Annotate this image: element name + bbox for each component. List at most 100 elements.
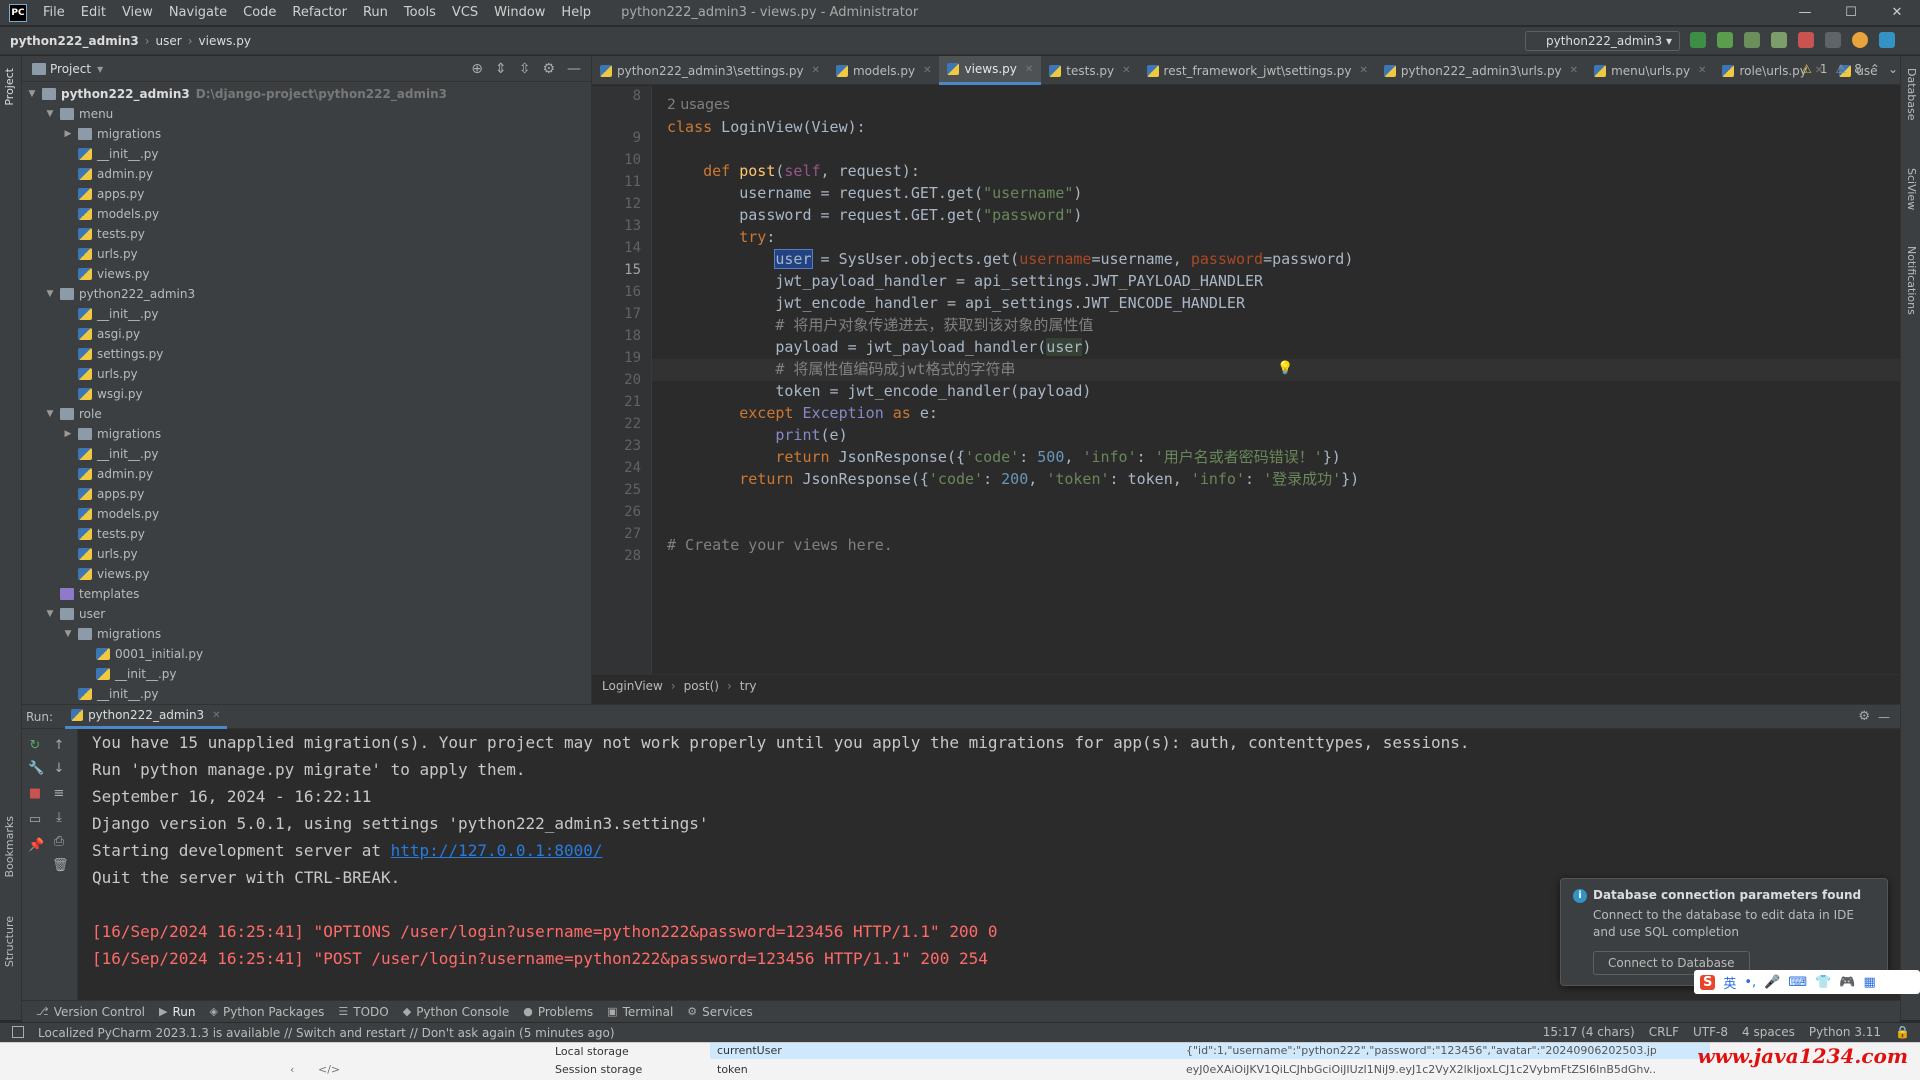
storage-key[interactable]: token	[717, 1063, 748, 1076]
storage-value[interactable]: eyJ0eXAiOiJKV1QiLCJhbGciOiJIUzI1NiJ9.eyJ…	[1186, 1063, 1656, 1076]
menu-window[interactable]: Window	[486, 5, 553, 20]
down-icon[interactable]: ↓	[52, 762, 66, 776]
maximize-icon[interactable]: ☐	[1828, 0, 1874, 26]
python-interpreter[interactable]: Python 3.11	[1809, 1025, 1881, 1039]
tree-item[interactable]: views.py	[22, 264, 592, 284]
tree-item[interactable]: __init__.py	[22, 304, 592, 324]
bookmarks-tool-button[interactable]: Bookmarks	[3, 816, 16, 877]
stop-icon[interactable]: ■	[28, 787, 42, 801]
tool-run[interactable]: ▶ Run	[159, 1005, 195, 1019]
tree-item[interactable]: ▼ user	[22, 604, 592, 624]
editor-tab[interactable]: views.py ✕	[939, 56, 1042, 85]
trash-icon[interactable]: 🗑	[52, 859, 69, 873]
search-icon[interactable]	[1825, 32, 1841, 48]
server-url-link[interactable]: http://127.0.0.1:8000/	[391, 841, 603, 860]
collapse-all-icon[interactable]: ⇳	[519, 61, 531, 77]
tree-item[interactable]: admin.py	[22, 164, 592, 184]
code-icon[interactable]: </>	[318, 1063, 340, 1076]
lock-icon[interactable]: 🔒	[1895, 1025, 1910, 1039]
close-tab-icon[interactable]: ✕	[923, 65, 931, 76]
close-tab-icon[interactable]: ✕	[1025, 64, 1033, 75]
tree-item[interactable]: admin.py	[22, 464, 592, 484]
notifications-tool-button[interactable]: Notifications	[1905, 246, 1918, 315]
code-editor[interactable]: 2 usages class LoginView(View): def post…	[667, 86, 1897, 674]
shirt-icon[interactable]: 👕	[1815, 975, 1831, 990]
debug-icon[interactable]	[1717, 32, 1733, 48]
breadcrumb-folder[interactable]: user	[156, 34, 182, 48]
chevron-up-icon[interactable]: ⌃	[1870, 62, 1880, 76]
tree-item[interactable]: models.py	[22, 504, 592, 524]
menu-tools[interactable]: Tools	[396, 5, 444, 20]
minimize-icon[interactable]: —	[1782, 0, 1828, 26]
usages-hint[interactable]: 2 usages	[667, 94, 730, 116]
tree-item[interactable]: urls.py	[22, 244, 592, 264]
menu-vcs[interactable]: VCS	[444, 5, 486, 20]
breadcrumb-method[interactable]: post()	[684, 679, 719, 693]
tree-item[interactable]: tests.py	[22, 524, 592, 544]
run-tab[interactable]: python222_admin3 ✕	[65, 705, 227, 729]
tree-item[interactable]: 0001_initial.py	[22, 644, 592, 664]
menu-navigate[interactable]: Navigate	[161, 5, 235, 20]
file-encoding[interactable]: UTF-8	[1693, 1025, 1728, 1039]
update-icon[interactable]	[1852, 32, 1868, 48]
tree-item[interactable]: wsgi.py	[22, 384, 592, 404]
chevron-down-icon[interactable]: ⌄	[1888, 62, 1898, 76]
editor-tab[interactable]: menu\urls.py ✕	[1586, 56, 1714, 85]
jetbrains-icon[interactable]	[1879, 32, 1895, 48]
tree-item[interactable]: ▼ menu	[22, 104, 592, 124]
layout-icon[interactable]	[12, 1026, 24, 1038]
microphone-icon[interactable]: 🎤	[1764, 975, 1780, 990]
layout-icon[interactable]: ▭	[28, 813, 42, 827]
caret-position[interactable]: 15:17 (4 chars)	[1543, 1025, 1635, 1039]
menu-help[interactable]: Help	[553, 5, 599, 20]
sogou-icon[interactable]: S	[1700, 974, 1716, 990]
gear-icon[interactable]: ⚙	[1858, 709, 1870, 724]
ime-language-icon[interactable]: 英	[1723, 973, 1736, 992]
expand-all-icon[interactable]: ⇕	[495, 61, 507, 77]
tool-python-packages[interactable]: ◈ Python Packages	[210, 1005, 325, 1019]
profile-icon[interactable]	[1771, 32, 1787, 48]
tree-item[interactable]: ▼ role	[22, 404, 592, 424]
sciview-tool-button[interactable]: SciView	[1905, 168, 1918, 210]
coverage-icon[interactable]	[1744, 32, 1760, 48]
tree-item[interactable]: __init__.py	[22, 664, 592, 684]
menu-run[interactable]: Run	[355, 5, 396, 20]
project-panel-title[interactable]: Project	[50, 62, 91, 76]
tool-python-console[interactable]: ◆ Python Console	[403, 1005, 510, 1019]
local-storage-item[interactable]: Local storage	[555, 1045, 629, 1058]
breadcrumb-file[interactable]: views.py	[199, 34, 251, 48]
wrench-icon[interactable]: 🔧	[28, 762, 44, 776]
rerun-icon[interactable]: ↻	[28, 739, 42, 753]
tree-item[interactable]: templates	[22, 584, 592, 604]
tree-root[interactable]: ▼ python222_admin3 D:\django-project\pyth…	[22, 84, 592, 104]
close-tab-icon[interactable]: ✕	[1698, 65, 1706, 76]
tree-item[interactable]: asgi.py	[22, 324, 592, 344]
tree-item[interactable]: settings.py	[22, 344, 592, 364]
storage-value[interactable]: {"id":1,"username":"python222","password…	[1186, 1044, 1656, 1057]
tree-item[interactable]: ▼ migrations	[22, 624, 592, 644]
tree-item[interactable]: __init__.py	[22, 684, 592, 704]
scroll-to-end-icon[interactable]: ⤓	[52, 811, 66, 825]
breadcrumb-project[interactable]: python222_admin3	[10, 34, 139, 48]
editor-tab[interactable]: models.py ✕	[828, 56, 940, 85]
tree-item[interactable]: apps.py	[22, 184, 592, 204]
tree-item[interactable]: views.py	[22, 564, 592, 584]
tool-todo[interactable]: ☰ TODO	[338, 1005, 388, 1019]
menu-edit[interactable]: Edit	[73, 5, 114, 20]
tree-item[interactable]: __init__.py	[22, 144, 592, 164]
hide-icon[interactable]: —	[1878, 710, 1890, 724]
stop-icon[interactable]	[1798, 32, 1814, 48]
apps-icon[interactable]: ▦	[1864, 975, 1876, 990]
breadcrumb-block[interactable]: try	[740, 679, 757, 693]
editor-tab[interactable]: python222_admin3\urls.py ✕	[1376, 56, 1586, 85]
up-icon[interactable]: ↑	[52, 739, 66, 753]
tree-item[interactable]: models.py	[22, 204, 592, 224]
line-separator[interactable]: CRLF	[1649, 1025, 1679, 1039]
editor-tab[interactable]: python222_admin3\settings.py ✕	[592, 56, 828, 85]
close-tab-icon[interactable]: ✕	[1570, 65, 1578, 76]
tool-problems[interactable]: ● Problems	[523, 1005, 593, 1019]
inspection-widget[interactable]: ⚠ 1 ⚠ 8 ⌃ ⌄	[1801, 62, 1898, 76]
game-icon[interactable]: 🎮	[1839, 975, 1855, 990]
tool-terminal[interactable]: ▣ Terminal	[607, 1005, 673, 1019]
gear-icon[interactable]: ⚙	[542, 61, 555, 77]
